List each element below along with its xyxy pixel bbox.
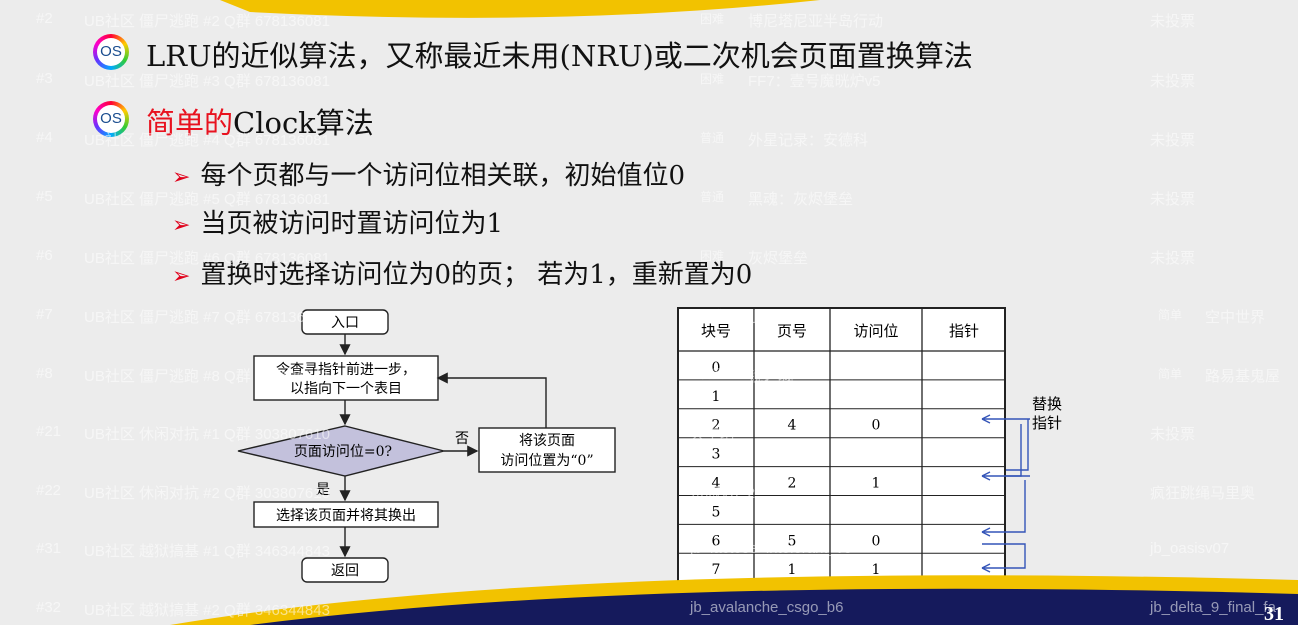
server-row[interactable]: #22 UB社区 休闲对抗 #2 Q群 303807610 乐园V6_2 疯狂跳绳马里… (0, 476, 1298, 506)
next-difficulty-tag: 简单 (1158, 367, 1183, 381)
server-number: #6 (36, 247, 53, 264)
arrow-bullet-icon: ➢ (172, 213, 191, 238)
vote-status: jb_oasisv07 (1150, 540, 1230, 557)
map-name: 黑魂：灰烬堡垒 (748, 191, 854, 208)
difficulty-tag: 困难 (700, 249, 725, 263)
next-map-name: 路易基鬼屋 (1205, 368, 1281, 385)
server-number: #31 (36, 540, 62, 557)
map-name: jb_lactose_intolerant_v3 (690, 540, 852, 557)
server-name: UB社区 僵尸逃跑 #6 Q群 678136081 (84, 250, 330, 267)
server-number: #2 (36, 10, 53, 27)
server-number: #4 (36, 129, 53, 146)
map-name: jb_avalanche_csgo_b6 (690, 599, 844, 616)
server-row[interactable]: #2 UB社区 僵尸逃跑 #2 Q群 678136081 困难 博尼塔尼亚半岛行动 未投… (0, 4, 1298, 34)
difficulty-tag: 普通 (700, 190, 725, 204)
difficulty-tag: 困难 (700, 12, 725, 26)
server-name: UB社区 越狱搞基 #1 Q群 346344843 (84, 543, 330, 560)
difficulty-tag: 困难 (700, 308, 725, 322)
map-name: 上古卷轴5：天际 (748, 309, 862, 326)
server-name: UB社区 僵尸逃跑 #8 Q群 678136081 (84, 368, 330, 385)
pointer-label-1: 替换 (1032, 395, 1062, 413)
table-cell: 5 (712, 504, 721, 520)
vote-status: jb_delta_9_final_fa (1150, 599, 1276, 616)
flow-reset-text-2: 访问位置为“0” (500, 453, 593, 469)
server-name: UB社区 休闲对抗 #1 Q群 303807610 (84, 426, 330, 443)
server-row[interactable]: #21 UB社区 休闲对抗 #1 Q群 303807610 天空塔 未投票 (0, 417, 1298, 447)
server-name: UB社区 僵尸逃跑 #2 Q群 678136081 (84, 13, 330, 30)
next-difficulty-tag: 简单 (1158, 308, 1183, 322)
difficulty-tag: 困难 (700, 72, 725, 86)
server-number: #7 (36, 306, 53, 323)
map-name: 镜之城 (748, 368, 794, 385)
map-name: FF7：壹号魔晄炉v5 (748, 73, 881, 90)
server-name: UB社区 僵尸逃跑 #4 Q群 678136081 (84, 132, 330, 149)
server-name: UB社区 僵尸逃跑 #5 Q群 678136081 (84, 191, 330, 208)
map-name: 天空塔 (690, 426, 736, 443)
server-row[interactable]: #7 UB社区 僵尸逃跑 #7 Q群 678136081 困难 上古卷轴5：天际 简单 空… (0, 300, 1298, 330)
server-name: UB社区 僵尸逃跑 #3 Q群 678136081 (84, 73, 330, 90)
server-name: UB社区 越狱搞基 #2 Q群 346344843 (84, 602, 330, 619)
vote-status: 未投票 (1150, 426, 1196, 443)
server-number: #32 (36, 599, 62, 616)
server-name: UB社区 休闲对抗 #2 Q群 303807610 (84, 485, 330, 502)
map-name: 灰烬堡垒 (748, 250, 809, 267)
server-row[interactable]: #6 UB社区 僵尸逃跑 #6 Q群 678136081 困难 灰烬堡垒 未投票 (0, 241, 1298, 271)
table-cell: 1 (712, 389, 721, 405)
map-name: 外星记录：安德科 (748, 132, 869, 149)
vote-status: 未投票 (1150, 132, 1196, 149)
server-row[interactable]: #4 UB社区 僵尸逃跑 #4 Q群 678136081 普通 外星记录：安德科 未投票 (0, 123, 1298, 153)
difficulty-tag: 普通 (700, 131, 725, 145)
next-map-name: 空中世界 (1205, 309, 1266, 326)
vote-status: 未投票 (1150, 13, 1196, 30)
server-row[interactable]: #31 UB社区 越狱搞基 #1 Q群 346344843 jb_lactose_i… (0, 534, 1298, 564)
vote-status: 疯狂跳绳马里奥 (1150, 485, 1256, 502)
vote-status: 未投票 (1150, 191, 1196, 208)
server-number: #21 (36, 423, 62, 440)
table-cell: 3 (712, 447, 721, 463)
server-name: UB社区 僵尸逃跑 #7 Q群 678136081 (84, 309, 330, 326)
flow-select-text: 选择该页面并将其换出 (276, 507, 416, 524)
server-row[interactable]: #5 UB社区 僵尸逃跑 #5 Q群 678136081 普通 黑魂：灰烬堡垒 未投票 (0, 182, 1298, 212)
server-number: #3 (36, 70, 53, 87)
server-number: #22 (36, 482, 62, 499)
bullet-text: 当页被访问时置访问位为1 (200, 209, 503, 239)
slide-screen: OS LRU的近似算法，又称最近未用(NRU)或二次机会页面置换算法 OS 简单… (0, 0, 1298, 625)
map-name: 博尼塔尼亚半岛行动 (748, 13, 884, 30)
server-row[interactable]: #8 UB社区 僵尸逃跑 #8 Q群 678136081 普通 镜之城 简单 路易基鬼屋 (0, 359, 1298, 389)
difficulty-tag: 普通 (700, 367, 725, 381)
server-number: #5 (36, 188, 53, 205)
vote-status: 未投票 (1150, 250, 1196, 267)
map-name: 乐园V6_2 (690, 485, 756, 502)
server-row[interactable]: #32 UB社区 越狱搞基 #2 Q群 346344843 jb_avalanche… (0, 593, 1298, 623)
server-number: #8 (36, 365, 53, 382)
server-row[interactable]: #3 UB社区 僵尸逃跑 #3 Q群 678136081 困难 FF7：壹号魔晄炉v5… (0, 64, 1298, 94)
vote-status: 未投票 (1150, 73, 1196, 90)
